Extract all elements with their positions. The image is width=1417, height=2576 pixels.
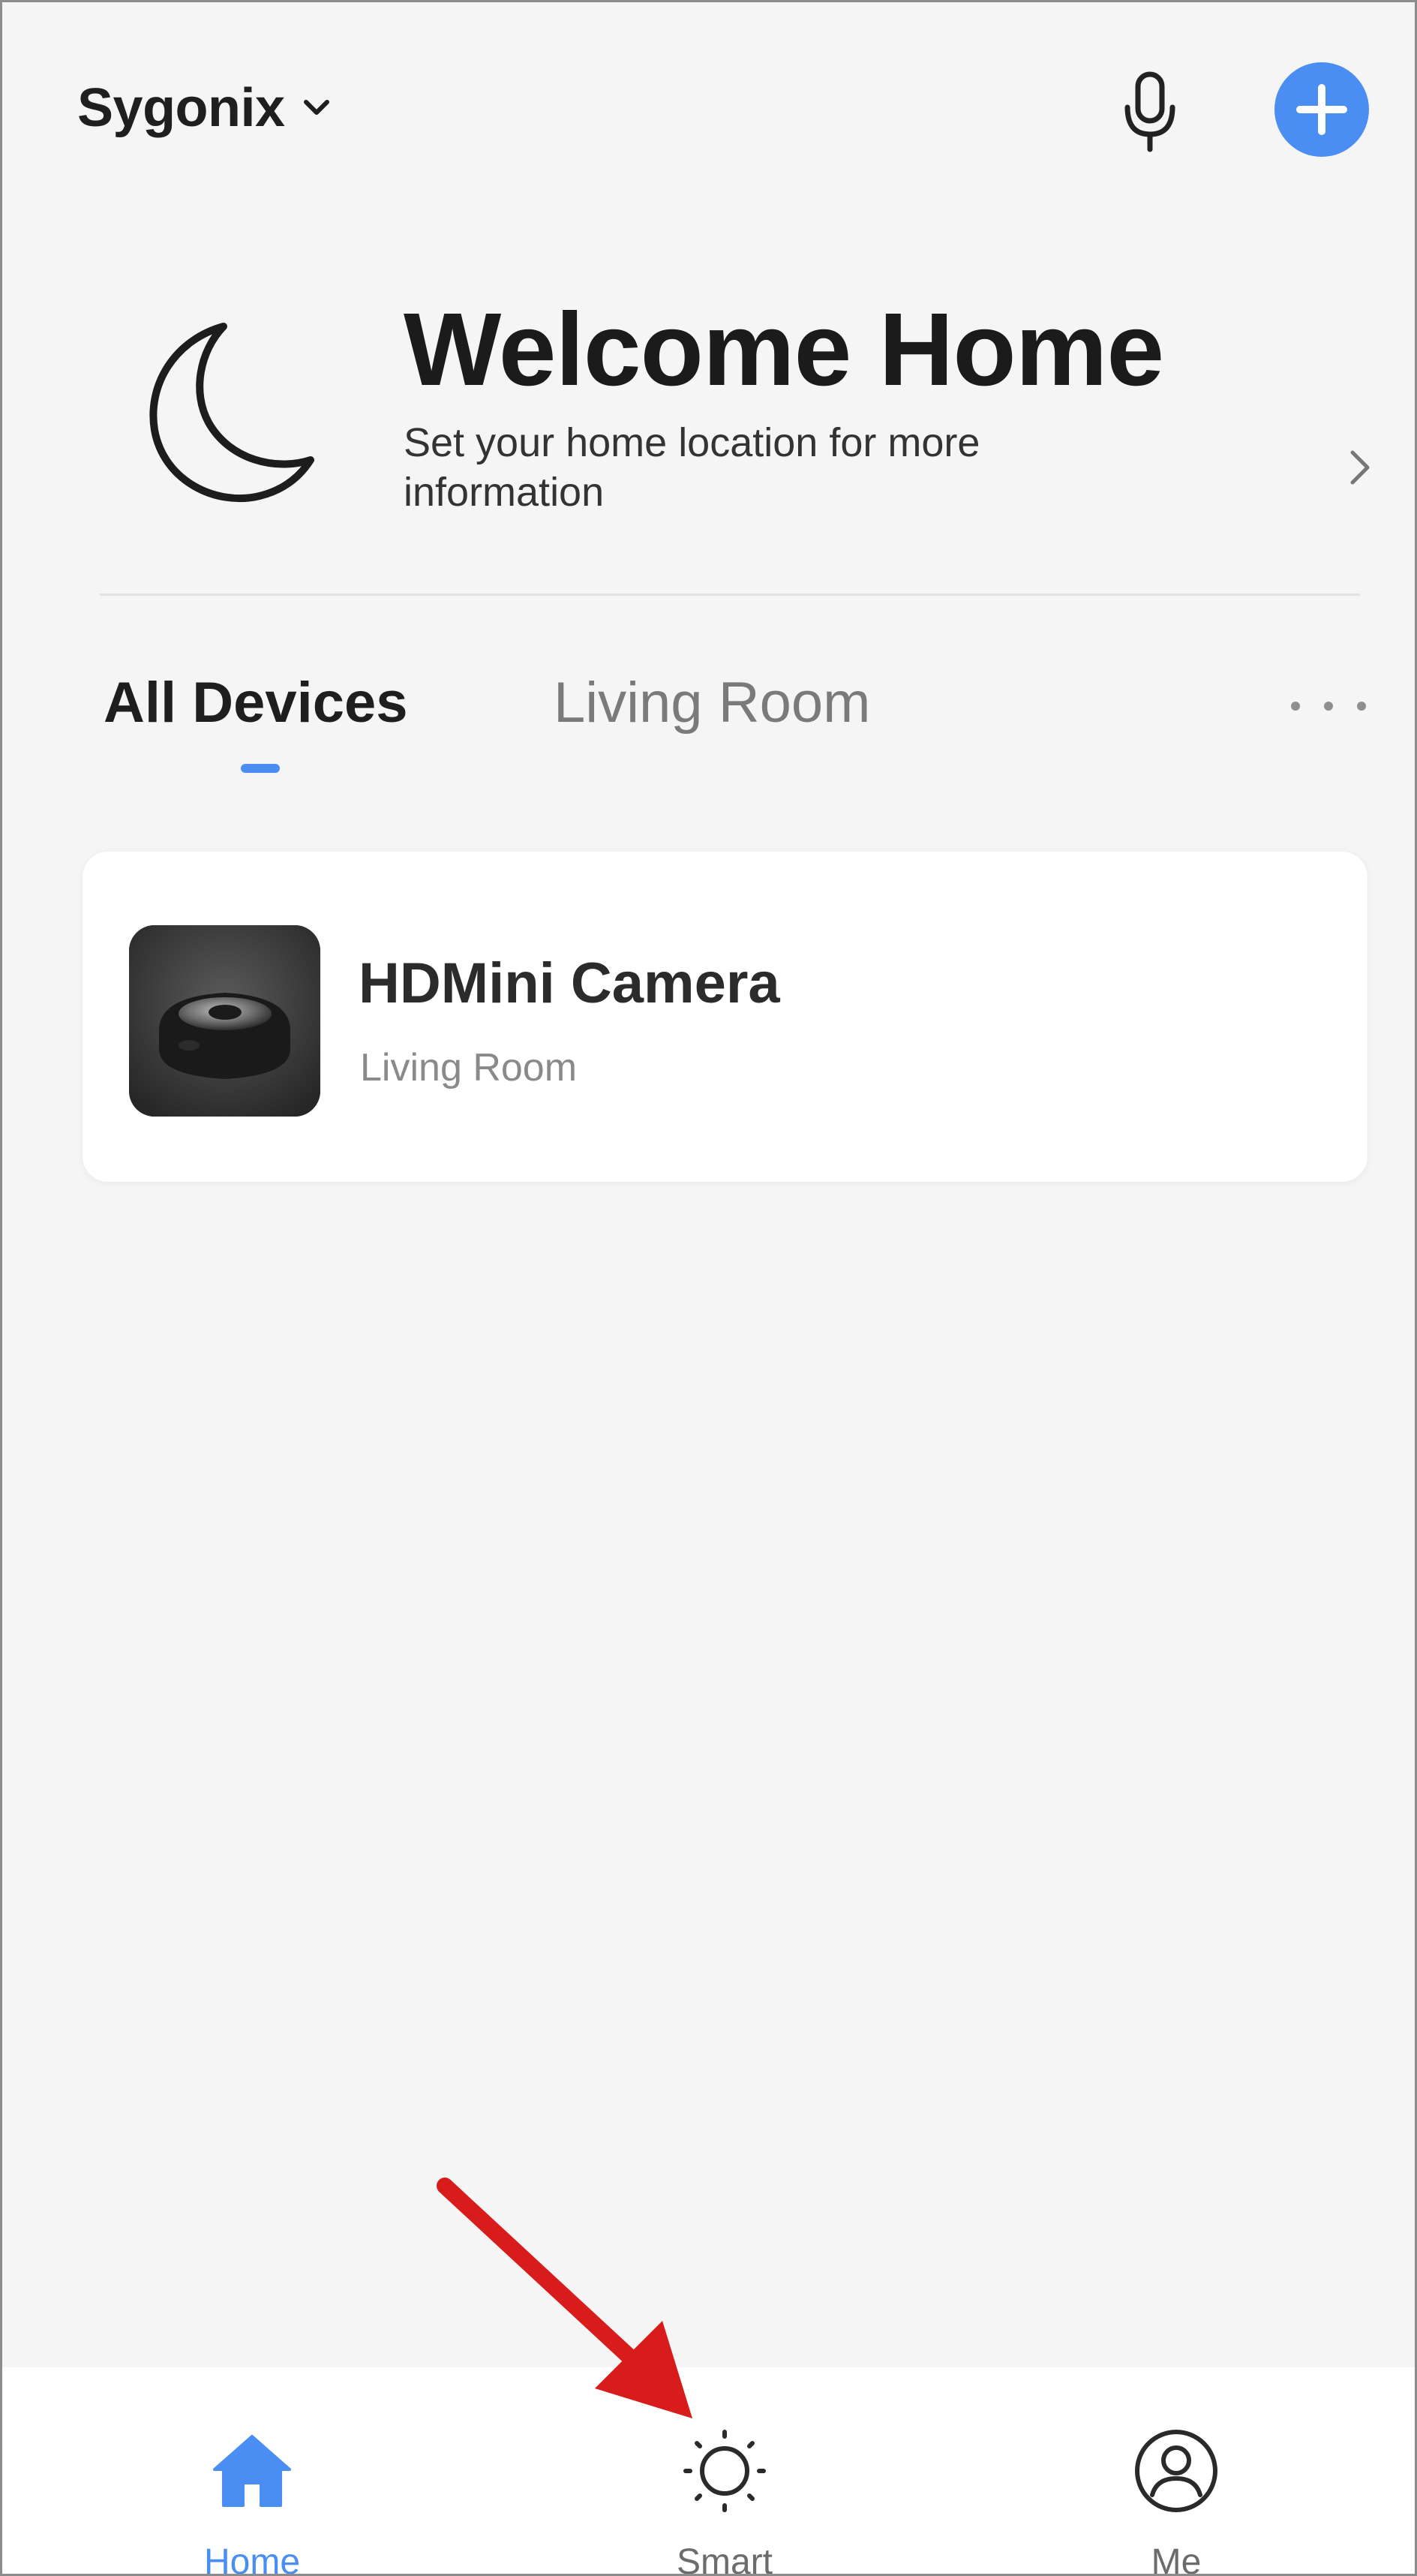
active-tab-indicator <box>241 764 280 773</box>
welcome-banner[interactable]: Welcome Home Set your home location for … <box>2 272 1415 558</box>
dot <box>1291 702 1300 711</box>
tab-all-devices[interactable]: All Devices <box>104 670 408 735</box>
camera-icon <box>129 925 320 1117</box>
top-bar: Sygonix <box>2 2 1415 227</box>
nav-me-label: Me <box>1151 2542 1202 2576</box>
home-selector[interactable]: Sygonix <box>77 77 332 139</box>
chevron-down-icon <box>303 100 329 115</box>
nav-home-label: Home <box>203 2542 301 2576</box>
plus-icon[interactable] <box>1273 61 1370 158</box>
welcome-subtitle: Set your home location for more informat… <box>404 420 980 515</box>
microphone-icon[interactable] <box>1112 68 1187 155</box>
tab-living-room[interactable]: Living Room <box>554 670 870 735</box>
nav-smart-label: Smart <box>676 2542 773 2576</box>
nav-home[interactable]: Home <box>102 2367 402 2576</box>
dot <box>1357 702 1366 711</box>
home-icon <box>213 2435 291 2507</box>
app-screen: Sygonix Welcome Home Set your home locat… <box>0 0 1417 2576</box>
divider <box>100 594 1360 596</box>
red-arrow-annotation <box>437 2178 692 2418</box>
room-tabs: All Devices Living Room <box>2 648 1415 798</box>
dot <box>1324 702 1333 711</box>
device-name: HDMini Camera <box>359 951 780 1015</box>
chevron-right-icon <box>1350 450 1370 485</box>
home-name: Sygonix <box>77 78 285 138</box>
moon-icon <box>149 323 314 503</box>
device-card[interactable]: HDMini Camera Living Room <box>83 852 1367 1182</box>
camera-thumbnail <box>129 925 320 1117</box>
user-icon <box>1135 2430 1217 2512</box>
nav-me[interactable]: Me <box>1026 2367 1326 2576</box>
device-room: Living Room <box>360 1046 578 1090</box>
more-dots-icon[interactable] <box>1291 691 1366 721</box>
welcome-title: Welcome Home <box>404 292 1164 407</box>
